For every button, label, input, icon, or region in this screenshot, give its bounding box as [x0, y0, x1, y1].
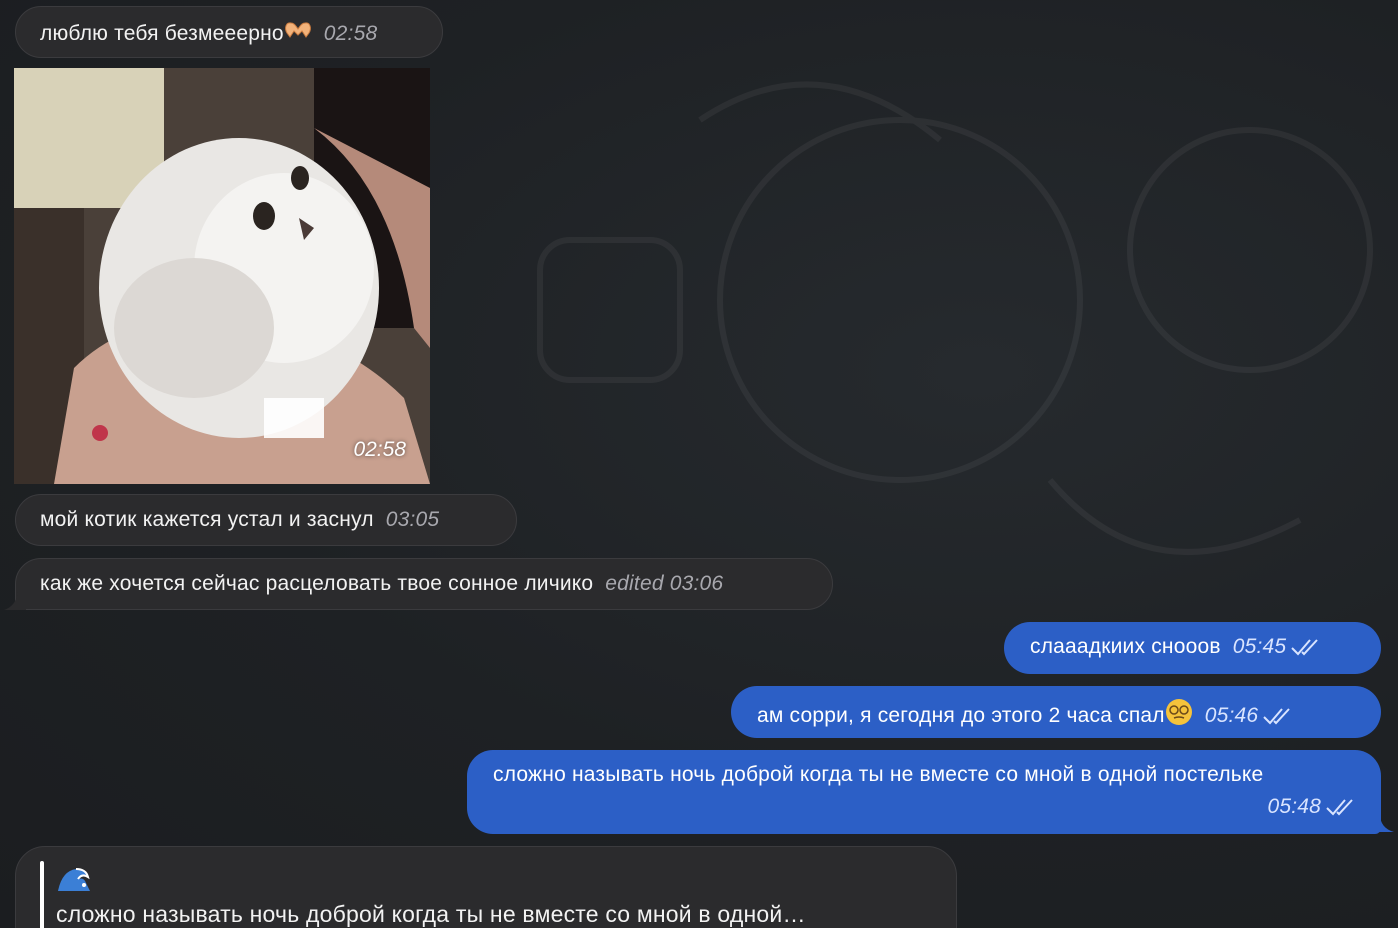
video-time: 02:58: [353, 438, 406, 461]
double-check-icon: [1291, 639, 1319, 656]
message-incoming-reply[interactable]: сложно называть ночь доброй когда ты не …: [15, 846, 957, 928]
dizzy-face-emoji: [1165, 698, 1193, 733]
message-text: сложно называть ночь доброй когда ты не …: [493, 763, 1264, 786]
double-check-icon: [1263, 707, 1291, 724]
message-time: 05:45: [1232, 635, 1287, 658]
bubble-tail: [4, 592, 26, 610]
message-time: 05:48: [1267, 795, 1321, 818]
message-incoming[interactable]: люблю тебя безмееерно 02:58: [15, 6, 443, 58]
double-check-icon: [1326, 799, 1353, 816]
message-incoming[interactable]: как же хочется сейчас расцеловать твое с…: [15, 558, 833, 610]
kitten-video-thumbnail: [14, 68, 430, 484]
message-time: edited 03:06: [605, 572, 724, 595]
message-time: 05:46: [1204, 703, 1259, 727]
message-text: слааадкиих сноoов: [1030, 635, 1221, 658]
message-outgoing[interactable]: слааадкиих сноoов 05:45: [1004, 622, 1381, 674]
message-outgoing[interactable]: ам сорри, я сегодня до этого 2 часа спал…: [731, 686, 1381, 738]
message-time: 03:05: [385, 508, 440, 531]
message-text: люблю тебя безмееерно: [40, 21, 284, 45]
wave-emoji: [56, 865, 92, 900]
bubble-tail: [1370, 814, 1394, 832]
message-text: ам сорри, я сегодня до этого 2 часа спал: [757, 703, 1165, 727]
message-text: мой котик кажется устал и заснул: [40, 508, 374, 531]
message-time: 02:58: [323, 21, 378, 45]
heart-hands-emoji: [284, 19, 312, 48]
message-incoming[interactable]: мой котик кажется устал и заснул 03:05: [15, 494, 517, 546]
chat-window: люблю тебя безмееерно 02:58 02:58 мой ко…: [0, 0, 1398, 928]
video-message[interactable]: 02:58: [14, 68, 430, 484]
reply-quote-text: сложно называть ночь доброй когда ты не …: [56, 901, 806, 927]
message-text: как же хочется сейчас расцеловать твое с…: [40, 572, 594, 595]
reply-indicator-bar: [40, 861, 44, 928]
message-outgoing[interactable]: сложно называть ночь доброй когда ты не …: [467, 750, 1381, 834]
